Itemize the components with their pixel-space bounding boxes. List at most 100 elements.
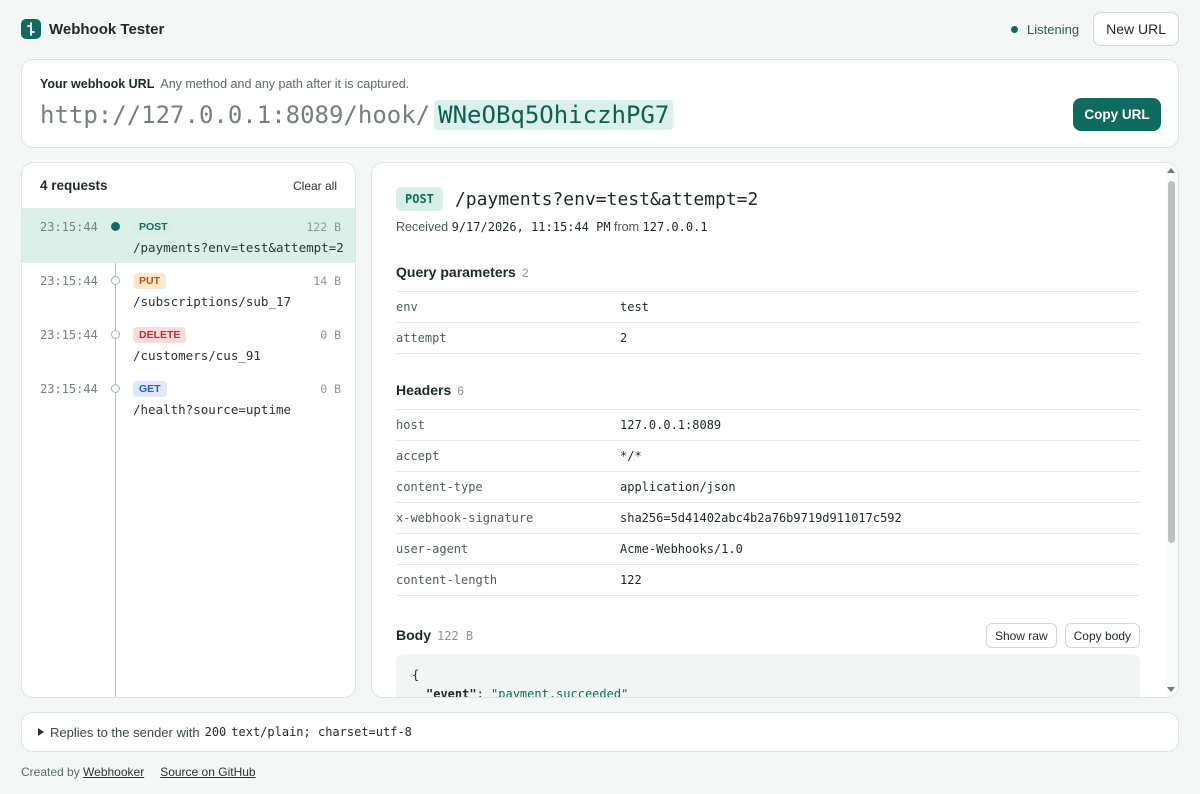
kv-key: x-webhook-signature bbox=[396, 511, 534, 525]
query-parameters-section: Query parameters 2 env test attempt 2 bbox=[396, 264, 1140, 354]
kv-value: */* bbox=[620, 449, 642, 463]
received-info: Received 9/17/2026, 11:15:44 PM from 127… bbox=[396, 220, 708, 234]
request-path: /subscriptions/sub_17 bbox=[133, 294, 292, 309]
code-line: { bbox=[412, 668, 420, 682]
copy-url-button[interactable]: Copy URL bbox=[1073, 98, 1161, 131]
request-time: 23:15:44 bbox=[40, 328, 98, 342]
timeline-node-icon bbox=[111, 384, 120, 393]
webhook-url: http://127.0.0.1:8089/hook/WNeOBq5Ohiczh… bbox=[40, 100, 674, 130]
webhook-url-card: Your webhook URL Any method and any path … bbox=[21, 59, 1179, 148]
request-count: 4 requests bbox=[40, 178, 108, 193]
request-path: /health?source=uptime bbox=[133, 402, 292, 417]
timeline-node-icon bbox=[111, 330, 120, 339]
request-time: 23:15:44 bbox=[40, 220, 98, 234]
section-title: Query parameters 2 bbox=[396, 264, 1140, 282]
kv-row: x-webhook-signature sha256=5d41402abc4b2a… bbox=[396, 503, 1140, 534]
body-title: Body bbox=[396, 626, 431, 643]
from-ip: 127.0.0.1 bbox=[642, 220, 708, 234]
scrollbar-thumb[interactable] bbox=[1168, 181, 1175, 543]
json-colon: : bbox=[476, 687, 492, 698]
url-card-hint: Any method and any path after it is capt… bbox=[160, 77, 410, 91]
clear-all-button[interactable]: Clear all bbox=[293, 179, 337, 193]
reply-text: Replies to the sender with bbox=[50, 724, 200, 740]
kv-key: content-type bbox=[396, 480, 483, 494]
body-code-block: { "event": "payment.succeeded" bbox=[396, 654, 1140, 698]
listening-status: Listening bbox=[1011, 22, 1079, 37]
section-title: Headers 6 bbox=[396, 382, 1140, 400]
request-item[interactable]: 23:15:44 POST 122 B /payments?env=test&a… bbox=[22, 209, 355, 263]
kv-row: attempt 2 bbox=[396, 323, 1140, 354]
request-item[interactable]: 23:15:44 GET 0 B /health?source=uptime bbox=[22, 371, 355, 425]
timeline-node-icon bbox=[111, 222, 120, 231]
kv-value: test bbox=[620, 300, 649, 314]
received-label: Received bbox=[396, 220, 449, 234]
kv-row: host 127.0.0.1:8089 bbox=[396, 410, 1140, 441]
request-size: 0 B bbox=[320, 328, 341, 342]
status-label: Listening bbox=[1027, 21, 1080, 37]
request-detail-panel: POST /payments?env=test&attempt=2 Receiv… bbox=[371, 162, 1179, 698]
kv-row: content-type application/json bbox=[396, 472, 1140, 503]
kv-value: sha256=5d41402abc4b2a76b9719d911017c592 bbox=[620, 511, 902, 525]
kv-value: 127.0.0.1:8089 bbox=[620, 418, 722, 432]
kv-row: accept */* bbox=[396, 441, 1140, 472]
reply-content-type: text/plain; charset=utf-8 bbox=[231, 725, 412, 739]
timeline-node-icon bbox=[111, 276, 120, 285]
request-path: /payments?env=test&attempt=2 bbox=[133, 240, 344, 255]
creator-link[interactable]: Webhooker bbox=[83, 765, 144, 779]
url-card-header: Your webhook URL Any method and any path … bbox=[40, 77, 409, 91]
kv-key: env bbox=[396, 300, 418, 314]
scroll-down-icon[interactable] bbox=[1167, 687, 1175, 692]
method-badge: GET bbox=[133, 381, 167, 397]
top-bar: Webhook Tester Listening New URL bbox=[21, 12, 1179, 46]
show-raw-button[interactable]: Show raw bbox=[985, 623, 1057, 648]
received-time: 9/17/2026, 11:15:44 PM bbox=[451, 220, 611, 234]
request-size: 0 B bbox=[320, 382, 341, 396]
request-list-panel: 4 requests Clear all 23:15:44 POST 122 B… bbox=[21, 162, 356, 698]
request-item[interactable]: 23:15:44 DELETE 0 B /customers/cus_91 bbox=[22, 317, 355, 371]
request-item[interactable]: 23:15:44 PUT 14 B /subscriptions/sub_17 bbox=[22, 263, 355, 317]
url-base: http://127.0.0.1:8089/hook/ bbox=[40, 101, 431, 129]
source-link[interactable]: Source on GitHub bbox=[160, 765, 255, 779]
expand-triangle-icon bbox=[38, 728, 44, 736]
kv-key: host bbox=[396, 418, 425, 432]
detail-method-badge: POST bbox=[396, 187, 443, 211]
body-size: 122 B bbox=[437, 628, 474, 643]
kv-row: user-agent Acme-Webhooks/1.0 bbox=[396, 534, 1140, 565]
copy-body-button[interactable]: Copy body bbox=[1064, 623, 1140, 648]
app-title: Webhook Tester bbox=[49, 20, 165, 38]
headers-count: 6 bbox=[457, 384, 464, 398]
json-value: "payment.succeeded" bbox=[491, 687, 629, 698]
request-list-header: 4 requests Clear all bbox=[22, 163, 355, 209]
query-table: env test attempt 2 bbox=[396, 291, 1140, 354]
new-url-button[interactable]: New URL bbox=[1093, 12, 1179, 46]
method-badge: DELETE bbox=[133, 327, 187, 343]
method-badge: POST bbox=[133, 219, 174, 235]
status-dot-icon bbox=[1011, 25, 1019, 33]
kv-key: attempt bbox=[396, 331, 447, 345]
reply-status-code: 200 bbox=[204, 725, 227, 739]
detail-path: /payments?env=test&attempt=2 bbox=[454, 188, 759, 210]
footer-credit: Created by Webhooker bbox=[21, 765, 144, 779]
query-count: 2 bbox=[521, 266, 529, 280]
scroll-up-icon[interactable] bbox=[1167, 168, 1175, 173]
kv-key: accept bbox=[396, 449, 440, 463]
kv-key: user-agent bbox=[396, 542, 469, 556]
request-time: 23:15:44 bbox=[40, 274, 98, 288]
reply-settings-toggle[interactable]: Replies to the sender with 200 text/plai… bbox=[21, 712, 1179, 752]
kv-value: Acme-Webhooks/1.0 bbox=[620, 542, 743, 556]
detail-header: POST /payments?env=test&attempt=2 bbox=[396, 187, 758, 211]
query-title: Query parameters bbox=[396, 264, 516, 280]
method-badge: PUT bbox=[133, 273, 166, 289]
request-size: 122 B bbox=[306, 220, 341, 234]
footer: Created by Webhooker Source on GitHub bbox=[21, 765, 256, 779]
detail-scrollbar[interactable] bbox=[1166, 163, 1178, 697]
request-time: 23:15:44 bbox=[40, 382, 98, 396]
headers-title: Headers bbox=[396, 382, 452, 398]
kv-value: 122 bbox=[620, 573, 642, 587]
headers-section: Headers 6 host 127.0.0.1:8089 accept */* co… bbox=[396, 382, 1140, 596]
code-line: "event": "payment.succeeded" bbox=[412, 687, 1124, 698]
request-size: 14 B bbox=[313, 274, 341, 288]
request-path: /customers/cus_91 bbox=[133, 348, 261, 363]
kv-row: env test bbox=[396, 292, 1140, 323]
section-title: Body 122 B bbox=[396, 627, 473, 645]
